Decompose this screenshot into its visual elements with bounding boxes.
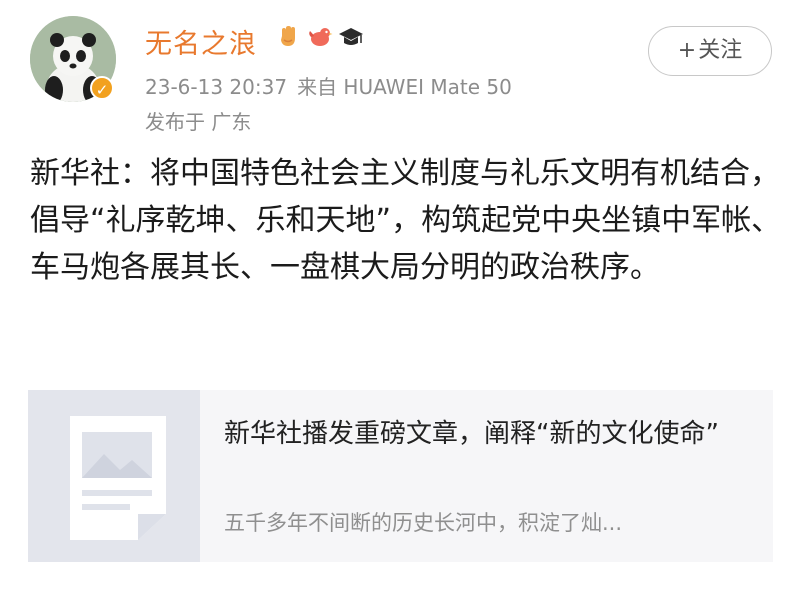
verified-badge-icon: ✓ — [90, 76, 114, 100]
post-timestamp: 23-6-13 20:37 — [145, 75, 288, 99]
article-thumbnail-icon — [28, 390, 200, 562]
post-body-text: 新华社：将中国特色社会主义制度与礼乐文明有机结合，倡导“礼序乾坤、乐和天地”，构… — [30, 156, 782, 285]
link-card-description: 五千多年不间断的历史长河中，积淀了灿... — [224, 511, 623, 535]
post-source-device[interactable]: 来自 HUAWEI Mate 50 — [297, 75, 512, 99]
link-card[interactable]: 新华社播发重磅文章，阐释“新的文化使命” 五千多年不间断的历史长河中，积淀了灿.… — [28, 390, 773, 562]
bird-badge-icon[interactable] — [307, 24, 333, 50]
follow-label: 关注 — [698, 38, 743, 63]
post-meta: 23-6-13 20:37 来自 HUAWEI Mate 50 — [145, 71, 512, 100]
follow-button[interactable]: +关注 — [648, 26, 772, 76]
username[interactable]: 无名之浪 — [145, 22, 257, 61]
link-card-title: 新华社播发重磅文章，阐释“新的文化使命” — [224, 419, 719, 449]
user-badges — [276, 24, 364, 50]
post-location: 发布于 广东 — [145, 110, 252, 134]
plus-icon: + — [677, 38, 697, 63]
graduation-cap-badge-icon[interactable] — [338, 24, 364, 50]
hand-badge-icon[interactable] — [276, 24, 302, 50]
